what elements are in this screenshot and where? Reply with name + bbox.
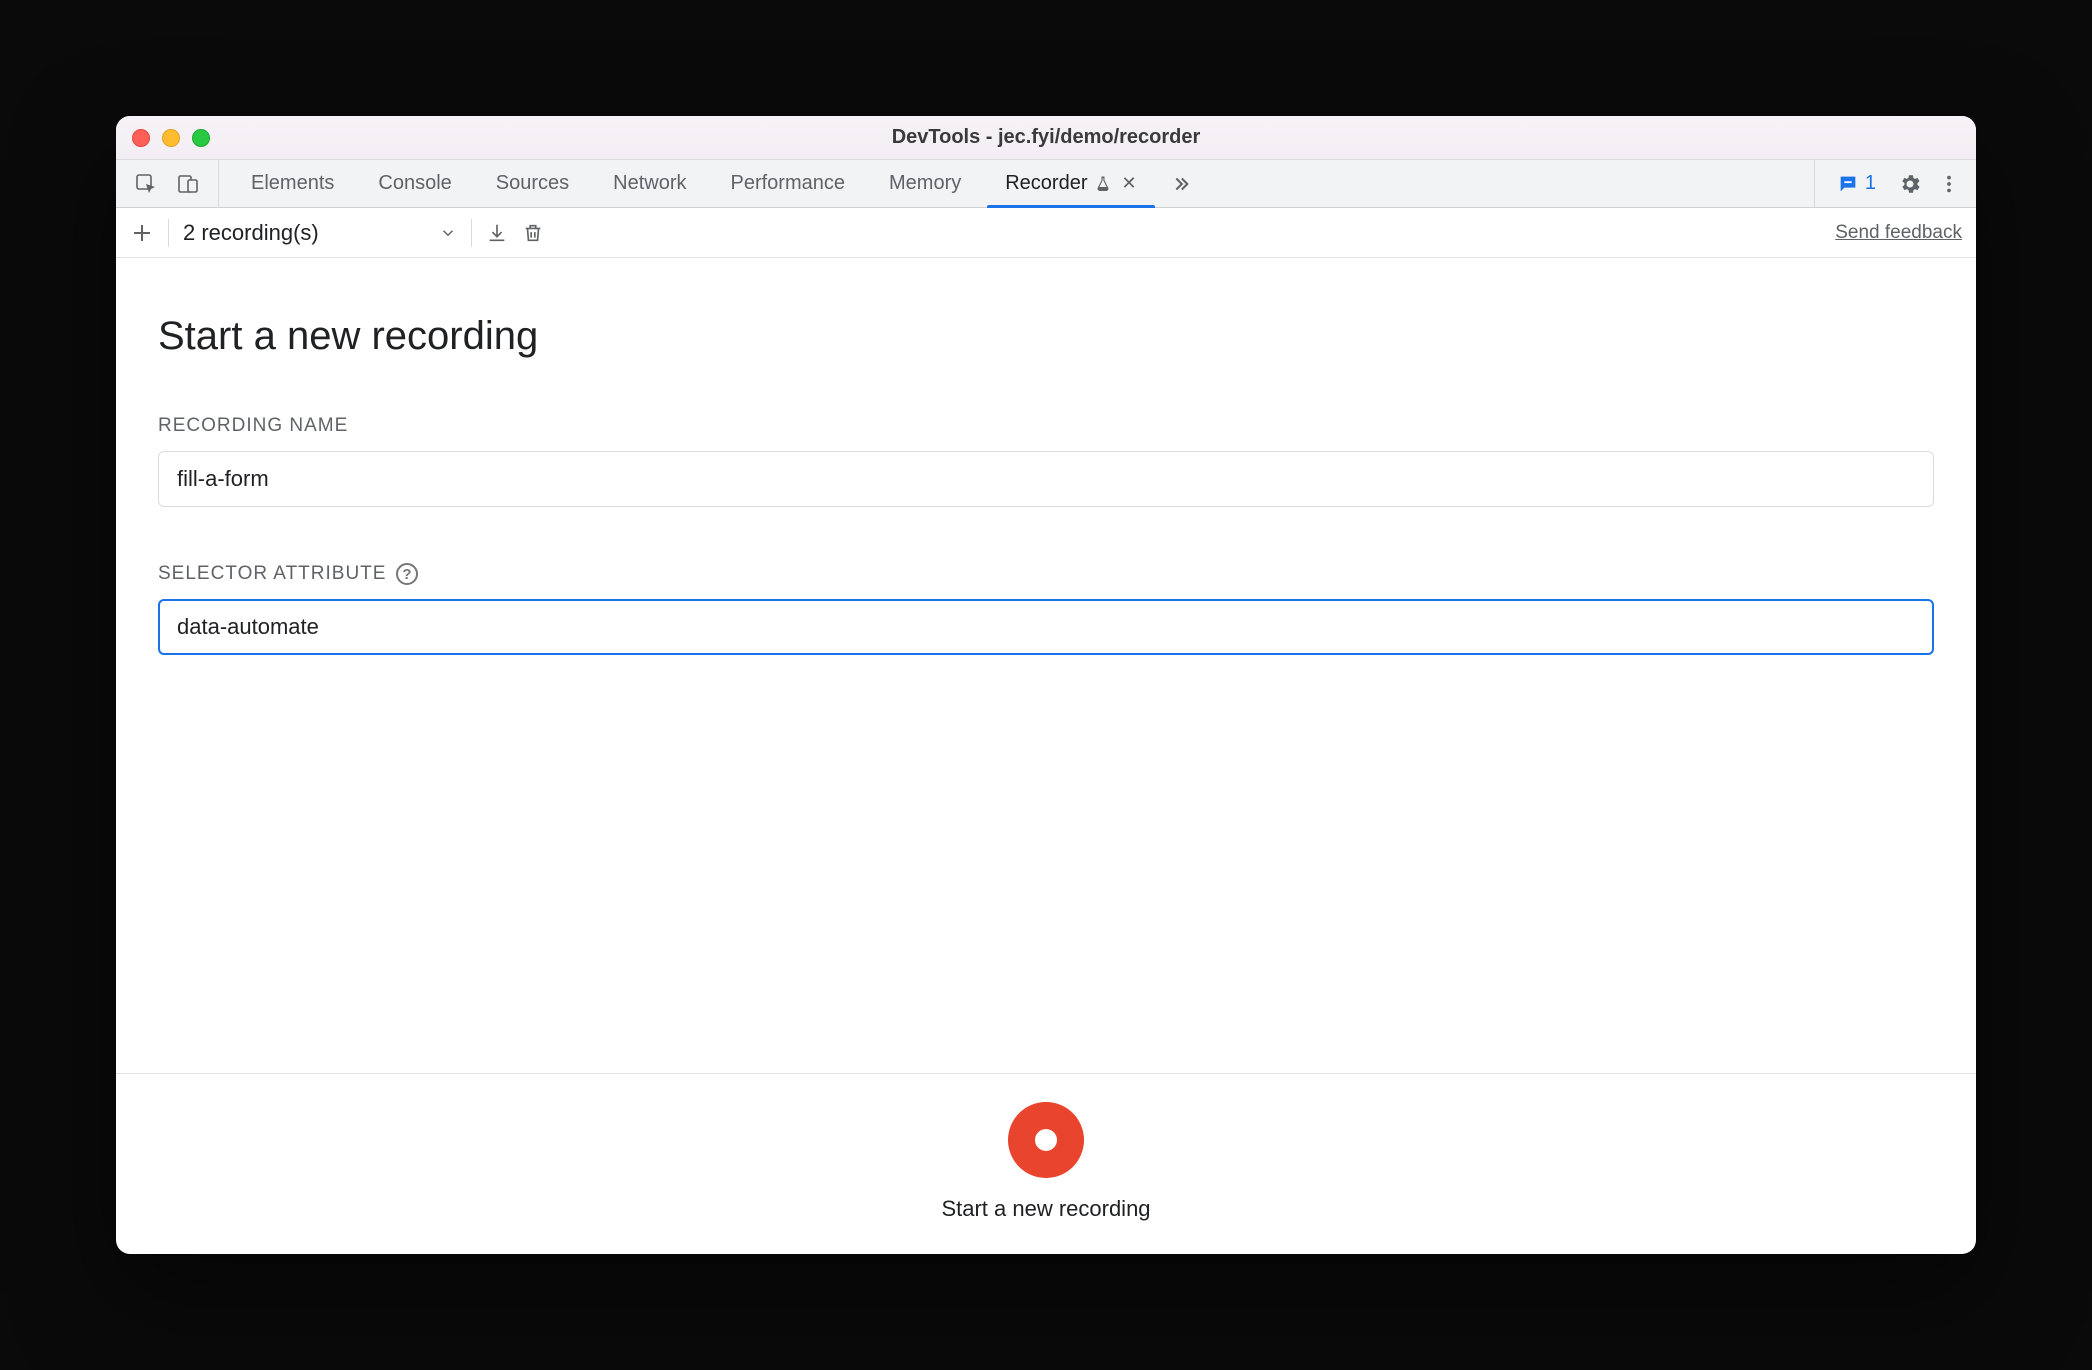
selector-attribute-label-text: Selector Attribute — [158, 563, 386, 585]
issues-icon — [1837, 173, 1859, 195]
close-icon[interactable]: ✕ — [1122, 173, 1137, 194]
tab-label: Memory — [889, 172, 961, 195]
recording-name-field: Recording Name — [158, 415, 1934, 507]
settings-gear-icon[interactable] — [1898, 172, 1922, 196]
recorder-main: Start a new recording Recording Name Sel… — [116, 258, 1976, 1073]
recorder-toolbar: 2 recording(s) Send feedback — [116, 208, 1976, 258]
new-recording-plus-icon[interactable] — [130, 221, 154, 245]
help-icon[interactable]: ? — [396, 563, 418, 585]
chevron-down-icon — [439, 224, 457, 242]
tab-network[interactable]: Network — [591, 160, 708, 207]
recordings-label: 2 recording(s) — [183, 220, 319, 246]
separator — [471, 219, 472, 247]
issues-count: 1 — [1865, 172, 1876, 195]
tab-label: Performance — [731, 172, 846, 195]
tab-console[interactable]: Console — [356, 160, 473, 207]
tabs-container: Elements Console Sources Network Perform… — [219, 160, 1814, 207]
window-title: DevTools - jec.fyi/demo/recorder — [116, 126, 1976, 149]
record-dot-icon — [1035, 1129, 1057, 1151]
inspect-tools — [116, 160, 219, 207]
kebab-menu-icon[interactable] — [1938, 173, 1960, 195]
selector-attribute-field: Selector Attribute ? — [158, 563, 1934, 655]
record-button[interactable] — [1008, 1102, 1084, 1178]
tab-label: Elements — [251, 172, 334, 195]
tab-recorder[interactable]: Recorder ✕ — [983, 160, 1158, 207]
tab-elements[interactable]: Elements — [229, 160, 356, 207]
tab-performance[interactable]: Performance — [709, 160, 868, 207]
selector-attribute-label: Selector Attribute ? — [158, 563, 1934, 585]
selector-attribute-input[interactable] — [158, 599, 1934, 655]
tab-label: Network — [613, 172, 686, 195]
tab-sources[interactable]: Sources — [474, 160, 591, 207]
separator — [168, 219, 169, 247]
devtools-tabstrip: Elements Console Sources Network Perform… — [116, 160, 1976, 208]
tab-label: Sources — [496, 172, 569, 195]
tab-label: Console — [378, 172, 451, 195]
tabstrip-right: 1 — [1814, 160, 1976, 207]
recordings-dropdown[interactable]: 2 recording(s) — [183, 220, 457, 246]
send-feedback-link[interactable]: Send feedback — [1835, 222, 1962, 244]
export-download-icon[interactable] — [486, 222, 508, 244]
experiment-flask-icon — [1094, 175, 1112, 193]
device-toolbar-icon[interactable] — [176, 172, 200, 196]
tab-memory[interactable]: Memory — [867, 160, 983, 207]
tab-label: Recorder — [1005, 172, 1087, 195]
recording-name-input[interactable] — [158, 451, 1934, 507]
devtools-window: DevTools - jec.fyi/demo/recorder Element… — [116, 116, 1976, 1254]
tabs-overflow-button[interactable] — [1159, 160, 1201, 207]
recording-name-label: Recording Name — [158, 415, 1934, 437]
record-button-label: Start a new recording — [941, 1196, 1150, 1222]
page-title: Start a new recording — [158, 314, 1934, 359]
delete-trash-icon[interactable] — [522, 222, 544, 244]
record-footer: Start a new recording — [116, 1073, 1976, 1254]
issues-badge[interactable]: 1 — [1831, 170, 1882, 197]
titlebar: DevTools - jec.fyi/demo/recorder — [116, 116, 1976, 160]
inspect-element-icon[interactable] — [134, 172, 158, 196]
